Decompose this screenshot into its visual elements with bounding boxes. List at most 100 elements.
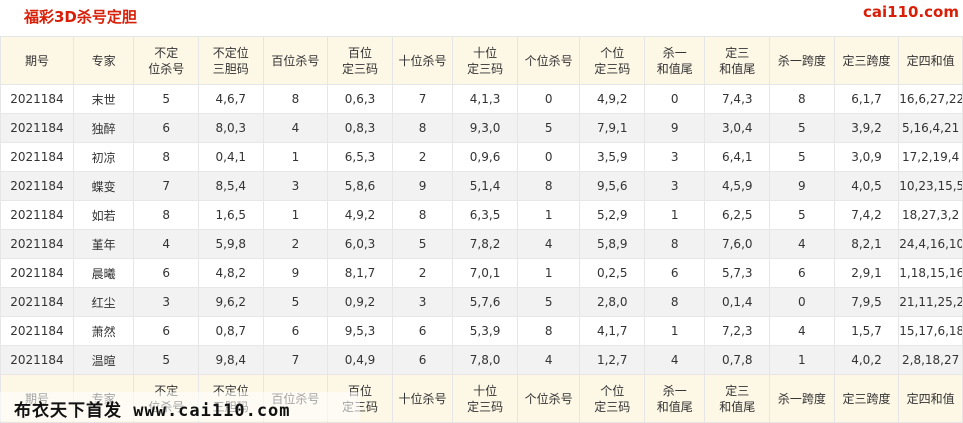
table-cell: 9,8,4 <box>198 345 264 375</box>
table-cell: 2021184 <box>0 316 74 346</box>
table-row: 2021184 独醉 6 8,0,3 4 0,8,3 8 9,3,0 5 7,9,1 9 3,0,4 5… <box>0 113 963 143</box>
table-cell: 2021184 <box>0 200 74 230</box>
table-cell: 温暄 <box>72 345 135 375</box>
footer-header-col-14: 定四和值 <box>898 374 963 423</box>
header-col-13: 定三跨度 <box>833 36 900 85</box>
table-cell: 18,27,3,2 <box>898 200 963 230</box>
footer-header-col-6: 十位杀号 <box>391 374 454 423</box>
kill-number-table: 期号 专家 不定 位杀号 不定位 三胆码 百位杀号 百位 定三码 十位杀号 十位 定三码 个位杀号 个位定… <box>0 36 963 423</box>
table-cell: 3 <box>644 171 706 201</box>
footer-header-col-8: 个位杀号 <box>516 374 581 423</box>
table-cell: 6 <box>133 258 199 288</box>
table-cell: 5,8,9 <box>579 229 646 259</box>
table-row: 2021184 红尘 3 9,6,2 5 0,9,2 3 5,7,6 5 2,8,0 8 0,1,4 0… <box>0 287 963 317</box>
table-cell: 9,5,3 <box>327 316 393 346</box>
site-logo[interactable]: cai110.com <box>863 3 959 21</box>
table-cell: 7 <box>262 345 329 375</box>
table-cell: 3,0,9 <box>833 142 900 172</box>
table-cell: 4 <box>769 316 835 346</box>
table-cell: 8 <box>262 84 329 114</box>
table-cell: 8 <box>391 113 454 143</box>
table-cell: 5 <box>769 200 835 230</box>
table-cell: 7,9,1 <box>579 113 646 143</box>
table-cell: 5 <box>516 287 581 317</box>
table-cell: 1,2,7 <box>579 345 646 375</box>
table-cell: 4,0,5 <box>833 171 900 201</box>
table-cell: 1 <box>262 200 329 230</box>
footer-header-col-9: 个位 定三码 <box>579 374 646 423</box>
table-cell: 2021184 <box>0 84 74 114</box>
table-cell: 8 <box>644 287 706 317</box>
table-cell: 9,5,6 <box>579 171 646 201</box>
table-cell: 7,2,3 <box>704 316 771 346</box>
table-cell: 8 <box>133 142 199 172</box>
header-col-5: 百位 定三码 <box>327 36 393 85</box>
table-cell: 6 <box>769 258 835 288</box>
table-row: 2021184 堇年 4 5,9,8 2 6,0,3 5 7,8,2 4 5,8,9 8 7,6,0 4… <box>0 229 963 259</box>
table-row: 2021184 温暄 5 9,8,4 7 0,4,9 6 7,8,0 4 1,2,7 4 0,7,8 1… <box>0 345 963 375</box>
table-cell: 0 <box>769 287 835 317</box>
table-cell: 9 <box>262 258 329 288</box>
table-cell: 1,6,5 <box>198 200 264 230</box>
table-cell: 3 <box>133 287 199 317</box>
table-cell: 7 <box>391 84 454 114</box>
table-cell: 5,2,9 <box>579 200 646 230</box>
table-cell: 晨曦 <box>72 258 135 288</box>
table-cell: 如若 <box>72 200 135 230</box>
table-cell: 7 <box>133 171 199 201</box>
header-col-12: 杀一跨度 <box>769 36 835 85</box>
table-cell: 1 <box>644 200 706 230</box>
header-col-8: 个位杀号 <box>516 36 581 85</box>
table-cell: 6,4,1 <box>704 142 771 172</box>
table-cell: 2,8,18,27 <box>898 345 963 375</box>
table-cell: 2 <box>391 258 454 288</box>
table-cell: 0,9,2 <box>327 287 393 317</box>
table-cell: 2021184 <box>0 229 74 259</box>
table-cell: 8 <box>644 229 706 259</box>
table-cell: 2021184 <box>0 171 74 201</box>
table-cell: 6 <box>391 316 454 346</box>
table-cell: 3 <box>644 142 706 172</box>
table-cell: 6 <box>262 316 329 346</box>
table-cell: 3,9,2 <box>833 113 900 143</box>
table-cell: 5 <box>516 113 581 143</box>
table-cell: 3,0,4 <box>704 113 771 143</box>
table-cell: 5 <box>769 113 835 143</box>
table-cell: 4,9,2 <box>579 84 646 114</box>
table-cell: 1 <box>516 258 581 288</box>
header-col-3: 不定位 三胆码 <box>198 36 264 85</box>
table-cell: 5 <box>133 345 199 375</box>
table-cell: 3 <box>391 287 454 317</box>
table-cell: 7,4,2 <box>833 200 900 230</box>
table-cell: 4,9,2 <box>327 200 393 230</box>
table-cell: 8 <box>133 200 199 230</box>
table-cell: 7,8,0 <box>452 345 518 375</box>
table-cell: 8 <box>769 84 835 114</box>
footer-header-col-10: 杀一 和值尾 <box>644 374 706 423</box>
table-cell: 独醉 <box>72 113 135 143</box>
table-cell: 17,2,19,4 <box>898 142 963 172</box>
table-cell: 8,5,4 <box>198 171 264 201</box>
table-row: 2021184 末世 5 4,6,7 8 0,6,3 7 4,1,3 0 4,9,2 0 7,4,3 8… <box>0 84 963 114</box>
table-cell: 6 <box>133 113 199 143</box>
table-cell: 1 <box>516 200 581 230</box>
table-row: 2021184 蝶变 7 8,5,4 3 5,8,6 9 5,1,4 8 9,5,6 3 4,5,9 9… <box>0 171 963 201</box>
table-cell: 2,8,0 <box>579 287 646 317</box>
table-cell: 2 <box>391 142 454 172</box>
table-cell: 9 <box>644 113 706 143</box>
table-cell: 5,9,8 <box>198 229 264 259</box>
table-cell: 4 <box>262 113 329 143</box>
table-cell: 2021184 <box>0 287 74 317</box>
table-cell: 8 <box>516 171 581 201</box>
table-cell: 2,9,1 <box>833 258 900 288</box>
table-cell: 8,0,3 <box>198 113 264 143</box>
table-cell: 0,7,8 <box>704 345 771 375</box>
table-cell: 0,4,1 <box>198 142 264 172</box>
header-col-10: 杀一 和值尾 <box>644 36 706 85</box>
table-cell: 0 <box>516 142 581 172</box>
header-col-4: 百位杀号 <box>262 36 329 85</box>
table-cell: 红尘 <box>72 287 135 317</box>
table-cell: 4 <box>133 229 199 259</box>
header-col-6: 十位杀号 <box>391 36 454 85</box>
table-cell: 4 <box>516 345 581 375</box>
